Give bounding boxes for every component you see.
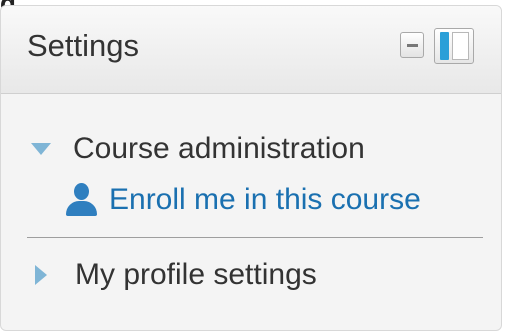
- block-header: Settings: [1, 6, 501, 94]
- user-icon: [65, 182, 99, 218]
- expanded-triangle-icon[interactable]: [31, 143, 51, 155]
- divider: [27, 237, 483, 238]
- block-title: Settings: [27, 28, 140, 63]
- collapsed-triangle-icon[interactable]: [35, 265, 47, 285]
- tree-node-my-profile-settings[interactable]: My profile settings: [35, 256, 317, 294]
- minus-icon[interactable]: [400, 32, 424, 58]
- dock-panel-icon[interactable]: [434, 28, 474, 64]
- enroll-link-label[interactable]: Enroll me in this course: [109, 183, 421, 217]
- settings-block: Settings Course administration Enroll me…: [0, 5, 502, 331]
- course-administration-label: Course administration: [73, 132, 365, 165]
- tree-node-course-administration[interactable]: Course administration: [31, 130, 365, 168]
- my-profile-settings-label: My profile settings: [75, 258, 317, 291]
- enroll-link[interactable]: Enroll me in this course: [65, 180, 421, 220]
